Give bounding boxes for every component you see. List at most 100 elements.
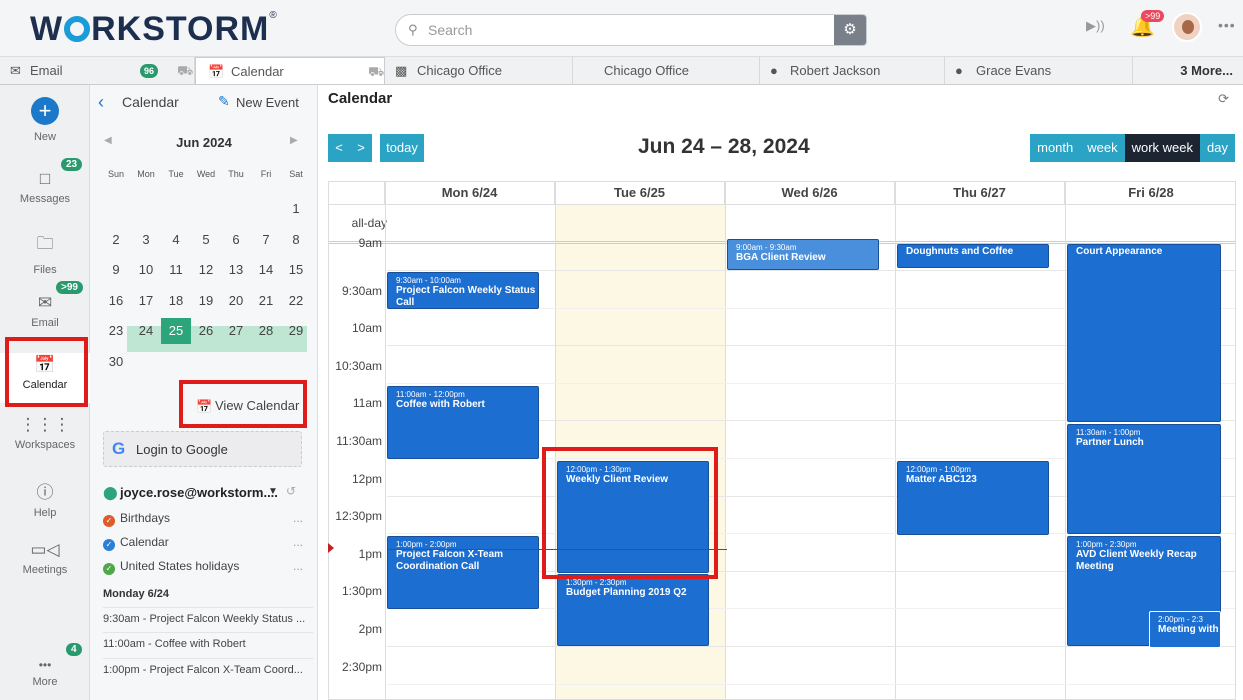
mini-day-cell[interactable]: 28 xyxy=(251,321,281,341)
calendar-list-item-us-holidays[interactable]: ✓ United States holidays ... xyxy=(103,559,303,575)
refresh-icon[interactable]: ⟳ xyxy=(1218,91,1229,107)
event-doughnuts-and-coffee[interactable]: Doughnuts and Coffee xyxy=(897,244,1049,268)
event-bga-client-review[interactable]: 9:00am - 9:30am BGA Client Review xyxy=(727,239,879,270)
more-menu-icon[interactable]: ••• xyxy=(1218,17,1236,33)
ellipsis-icon[interactable]: ... xyxy=(293,559,303,573)
mini-day-cell[interactable]: 19 xyxy=(191,291,221,311)
mini-day-cell[interactable]: 26 xyxy=(191,321,221,341)
new-event-button[interactable]: New Event xyxy=(236,95,299,110)
mini-day-cell[interactable]: 9 xyxy=(101,260,131,280)
messages-badge: 23 xyxy=(61,158,83,171)
highlight-box-weekly-client-review xyxy=(542,447,718,579)
tabs-more-button[interactable]: 3 More... xyxy=(1180,57,1233,84)
back-chevron-icon[interactable]: ‹ xyxy=(98,92,104,113)
sidebar-item-messages[interactable]: □ Messages xyxy=(0,169,90,205)
time-label: 10:30am xyxy=(335,358,382,373)
event-project-falcon-x-team[interactable]: 1:00pm - 2:00pm Project Falcon X-Team Co… xyxy=(387,536,539,609)
tab-robert-jackson[interactable]: ● Robert Jackson xyxy=(760,57,945,84)
today-button[interactable]: today xyxy=(380,134,424,162)
user-avatar[interactable] xyxy=(1172,12,1202,42)
workstorm-logo[interactable]: W RKSTORM® xyxy=(30,10,278,49)
mini-day-cell[interactable]: 2 xyxy=(101,230,131,250)
mini-day-cell[interactable]: 23 xyxy=(101,321,131,341)
mini-day-cell[interactable]: 10 xyxy=(131,260,161,280)
view-day-button[interactable]: day xyxy=(1200,134,1235,162)
next-week-button[interactable]: > xyxy=(350,134,372,162)
sidebar-item-email[interactable]: ✉ Email xyxy=(0,293,90,329)
mini-day-cell[interactable]: 24 xyxy=(131,321,161,341)
ellipsis-icon[interactable]: ... xyxy=(293,511,303,525)
calendar-list-item-calendar[interactable]: ✓ Calendar ... xyxy=(103,535,303,551)
toggle-icon[interactable]: ⬤ xyxy=(103,485,118,501)
mini-day-cell[interactable]: 14 xyxy=(251,260,281,280)
agenda-item[interactable]: 11:00am - Coffee with Robert xyxy=(103,632,313,650)
tab-email-label: Email xyxy=(30,63,63,78)
mini-day-cell[interactable]: 15 xyxy=(281,260,311,280)
sidebar-item-new[interactable]: + New xyxy=(0,97,90,143)
mini-day-cell[interactable]: 18 xyxy=(161,291,191,311)
column-divider xyxy=(1065,182,1066,699)
tab-calendar[interactable]: 📅 Calendar ⛟ xyxy=(195,57,385,84)
tab-chicago-office-2[interactable]: Chicago Office xyxy=(573,57,760,84)
mini-day-cell[interactable]: 30 xyxy=(101,352,131,372)
mini-day-cell[interactable]: 29 xyxy=(281,321,311,341)
sidebar-files-label: Files xyxy=(33,264,57,276)
building-icon: ▩ xyxy=(395,63,408,78)
mini-day-cell[interactable]: 5 xyxy=(191,230,221,250)
ellipsis-icon[interactable]: ... xyxy=(293,535,303,549)
mini-day-cell[interactable]: 22 xyxy=(281,291,311,311)
mini-day-cell[interactable]: 3 xyxy=(131,230,161,250)
mini-next-month-icon[interactable]: ▶ xyxy=(290,135,298,146)
mini-day-cell[interactable]: 1 xyxy=(281,199,311,219)
account-dropdown-icon[interactable]: ▼ xyxy=(268,486,278,497)
tab-chicago-office-1[interactable]: ▩ Chicago Office xyxy=(385,57,573,84)
mini-month-title: Jun 2024 xyxy=(176,135,232,150)
sidebar-item-more[interactable]: ••• More xyxy=(0,658,90,688)
event-matter-abc123[interactable]: 12:00pm - 1:00pm Matter ABC123 xyxy=(897,461,1049,535)
agenda-item[interactable]: 9:30am - Project Falcon Weekly Status ..… xyxy=(103,607,313,625)
sign-out-icon[interactable]: ↺ xyxy=(286,484,296,498)
event-court-appearance[interactable]: Court Appearance xyxy=(1067,244,1221,422)
sidebar-messages-label: Messages xyxy=(19,193,71,205)
event-budget-planning[interactable]: 1:30pm - 2:30pm Budget Planning 2019 Q2 xyxy=(557,574,709,646)
date-range-title: Jun 24 – 28, 2024 xyxy=(638,135,810,158)
mini-day-cell[interactable]: 7 xyxy=(251,230,281,250)
mini-day-cell[interactable]: 13 xyxy=(221,260,251,280)
sidebar-item-meetings[interactable]: ▭◁ Meetings xyxy=(0,540,90,576)
event-meeting-with[interactable]: 2:00pm - 2:3 Meeting with xyxy=(1149,611,1221,648)
view-week-button[interactable]: week xyxy=(1080,134,1125,162)
mini-day-cell[interactable]: 4 xyxy=(161,230,191,250)
mini-day-cell[interactable]: 8 xyxy=(281,230,311,250)
calendar-list-item-birthdays[interactable]: ✓ Birthdays ... xyxy=(103,511,303,527)
prev-week-button[interactable]: < xyxy=(328,134,350,162)
sidebar-item-help[interactable]: ⓘ Help xyxy=(0,478,90,519)
volume-icon[interactable]: ▶)) xyxy=(1086,18,1105,34)
mini-day-cell[interactable]: 16 xyxy=(101,291,131,311)
mini-day-cell[interactable]: 21 xyxy=(251,291,281,311)
view-month-button[interactable]: month xyxy=(1030,134,1081,162)
mini-day-cell[interactable]: 27 xyxy=(221,321,251,341)
event-project-falcon-weekly-status[interactable]: 9:30am - 10:00am Project Falcon Weekly S… xyxy=(387,272,539,309)
time-label: 10am xyxy=(351,321,382,336)
mini-day-cell[interactable]: 20 xyxy=(221,291,251,311)
view-work-week-button[interactable]: work week xyxy=(1124,134,1201,162)
mini-day-cell[interactable]: 17 xyxy=(131,291,161,311)
event-coffee-with-robert[interactable]: 11:00am - 12:00pm Coffee with Robert xyxy=(387,386,539,459)
sidebar-item-workspaces[interactable]: ⋮⋮⋮ Workspaces xyxy=(0,415,90,451)
panel-back-label[interactable]: Calendar xyxy=(122,94,179,110)
login-to-google-button[interactable]: G Login to Google xyxy=(103,431,302,467)
tab-grace-evans[interactable]: ● Grace Evans xyxy=(945,57,1133,84)
sidebar-item-files[interactable]: 🗀 Files xyxy=(0,231,90,276)
mini-day-cell[interactable]: 12 xyxy=(191,260,221,280)
agenda-item[interactable]: 1:00pm - Project Falcon X-Team Coord... xyxy=(103,658,313,676)
event-title: BGA Client Review xyxy=(736,252,826,263)
search-box[interactable]: ⚲ Search ⚙ xyxy=(395,14,867,46)
account-selector[interactable]: joyce.rose@workstorm.... xyxy=(120,485,278,500)
mini-day-cell[interactable]: 11 xyxy=(161,260,191,280)
search-settings-gear-icon[interactable]: ⚙ xyxy=(834,15,866,45)
tab-email[interactable]: ✉ Email 96 ⛟ xyxy=(0,57,195,84)
mini-day-cell[interactable]: 6 xyxy=(221,230,251,250)
event-partner-lunch[interactable]: 11:30am - 1:00pm Partner Lunch xyxy=(1067,424,1221,534)
mini-day-cell[interactable]: 25 xyxy=(161,318,191,344)
search-input[interactable]: Search xyxy=(428,22,472,38)
